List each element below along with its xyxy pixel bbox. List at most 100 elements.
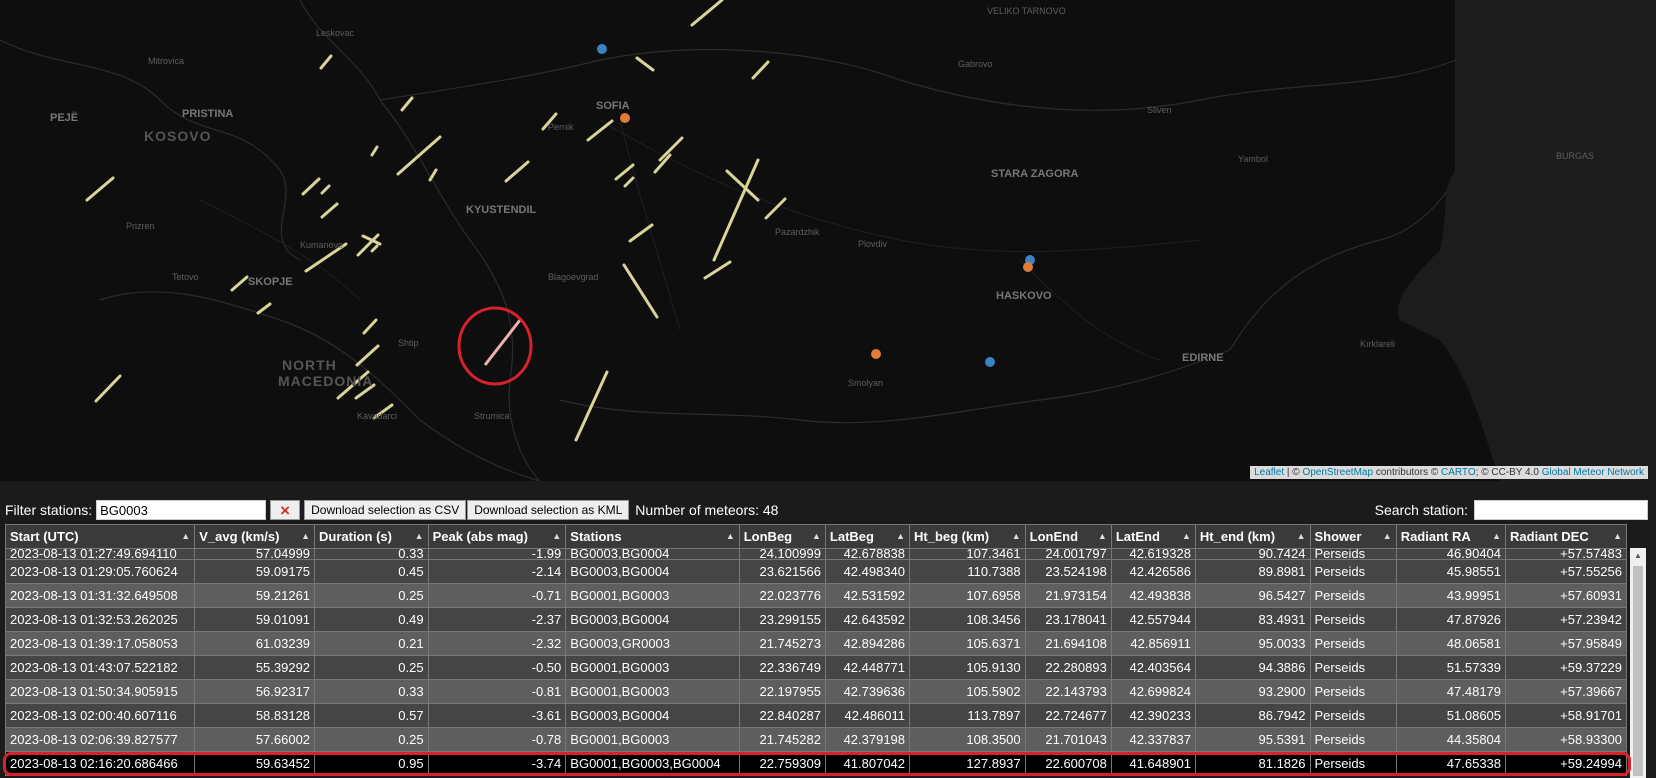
- gmn-link[interactable]: Global Meteor Network: [1542, 467, 1644, 478]
- table-row[interactable]: 2023-08-13 01:31:32.649508 59.21261 0.25 -0…: [5, 583, 1627, 608]
- meteor-trail[interactable]: [658, 136, 684, 162]
- filter-stations-input[interactable]: [96, 500, 267, 520]
- meteor-trail[interactable]: [635, 56, 655, 72]
- station-marker-orange[interactable]: [1023, 262, 1033, 272]
- sort-arrow-icon[interactable]: ▲: [552, 531, 561, 541]
- sort-arrow-icon[interactable]: ▲: [415, 531, 424, 541]
- download-csv-button[interactable]: Download selection as CSV: [304, 500, 467, 520]
- meteor-trail[interactable]: [428, 168, 438, 182]
- meteor-trail[interactable]: [703, 260, 732, 280]
- column-header[interactable]: Stations ▲: [565, 524, 740, 549]
- meteor-trail[interactable]: [301, 177, 321, 196]
- station-marker-blue[interactable]: [597, 44, 607, 54]
- sort-arrow-icon[interactable]: ▲: [1182, 531, 1191, 541]
- map-attribution: Leaflet | © OpenStreetMap contributors ©…: [1250, 466, 1648, 479]
- column-header[interactable]: LatBeg ▲: [824, 524, 911, 549]
- table-cell: 42.493838: [1110, 583, 1196, 608]
- meteor-trail[interactable]: [85, 176, 115, 202]
- meteor-trail[interactable]: [319, 54, 333, 70]
- column-header[interactable]: Ht_end (km) ▲: [1194, 524, 1311, 549]
- meteor-trail[interactable]: [586, 119, 614, 142]
- sort-arrow-icon[interactable]: ▲: [1492, 531, 1501, 541]
- meteor-trail[interactable]: [622, 263, 659, 319]
- leaflet-link[interactable]: Leaflet: [1254, 467, 1284, 478]
- sort-arrow-icon[interactable]: ▲: [181, 531, 190, 541]
- column-header[interactable]: Start (UTC) ▲: [5, 524, 196, 549]
- table-row[interactable]: 2023-08-13 02:00:40.607116 58.83128 0.57 -3…: [5, 703, 1627, 728]
- scrollbar-thumb[interactable]: [1633, 566, 1643, 776]
- search-station-input[interactable]: [1474, 500, 1648, 520]
- clear-filter-button[interactable]: ×: [270, 500, 301, 520]
- meteor-trail[interactable]: [320, 184, 331, 195]
- sort-arrow-icon[interactable]: ▲: [1613, 531, 1622, 541]
- table-cell: BG0003,GR0003: [565, 631, 740, 656]
- city-label: KYUSTENDIL: [466, 204, 537, 216]
- meteor-trail[interactable]: [504, 160, 530, 183]
- station-marker-blue[interactable]: [985, 357, 995, 367]
- station-marker-orange[interactable]: [871, 349, 881, 359]
- meteor-trail[interactable]: [362, 318, 378, 335]
- table-row[interactable]: 2023-08-13 01:27:49.694110 57.04999 0.33 -1…: [5, 548, 1627, 560]
- meteor-trail[interactable]: [230, 275, 249, 292]
- meteor-trail[interactable]: [751, 60, 770, 80]
- table-cell: 24.001797: [1024, 548, 1112, 560]
- table-row[interactable]: 2023-08-13 01:32:53.262025 59.01091 0.49 -2…: [5, 607, 1627, 632]
- sort-arrow-icon[interactable]: ▲: [1012, 531, 1021, 541]
- column-header[interactable]: Shower ▲: [1309, 524, 1397, 549]
- selected-meteor-trail[interactable]: [483, 319, 522, 366]
- sort-arrow-icon[interactable]: ▲: [812, 531, 821, 541]
- meteor-trail[interactable]: [690, 0, 724, 27]
- meteor-trail[interactable]: [94, 374, 122, 403]
- selected-table-row[interactable]: 2023-08-13 02:16:20.686466 59.63452 0.95 -3…: [5, 751, 1627, 776]
- column-header[interactable]: LonBeg ▲: [738, 524, 826, 549]
- table-cell: 21.745282: [738, 727, 826, 752]
- column-header[interactable]: LatEnd ▲: [1110, 524, 1196, 549]
- column-header[interactable]: Ht_beg (km) ▲: [909, 524, 1026, 549]
- column-header[interactable]: LonEnd ▲: [1024, 524, 1112, 549]
- city-label: Prizren: [126, 221, 155, 231]
- sort-arrow-icon[interactable]: ▲: [896, 531, 905, 541]
- sort-arrow-icon[interactable]: ▲: [1098, 531, 1107, 541]
- sort-arrow-icon[interactable]: ▲: [1383, 531, 1392, 541]
- download-kml-button[interactable]: Download selection as KML: [467, 500, 630, 520]
- column-header[interactable]: Duration (s) ▲: [314, 524, 429, 549]
- meteor-trail[interactable]: [628, 223, 654, 243]
- column-header[interactable]: V_avg (km/s) ▲: [194, 524, 316, 549]
- table-cell: 2023-08-13 01:39:17.058053: [5, 631, 196, 656]
- meteor-trail[interactable]: [712, 158, 760, 262]
- column-header[interactable]: Radiant RA ▲: [1395, 524, 1507, 549]
- meteor-trail[interactable]: [355, 344, 380, 367]
- meteor-trails[interactable]: [85, 0, 787, 442]
- meteor-trail[interactable]: [400, 96, 414, 112]
- meteor-trail[interactable]: [574, 370, 609, 442]
- table-row[interactable]: 2023-08-13 01:39:17.058053 61.03239 0.21 -2…: [5, 631, 1627, 656]
- scroll-up-icon[interactable]: ▲: [1630, 548, 1646, 564]
- sort-arrow-icon[interactable]: ▲: [301, 531, 310, 541]
- table-cell: 43.99951: [1395, 583, 1507, 608]
- meteor-trail[interactable]: [320, 202, 339, 219]
- table-cell: 42.498340: [824, 559, 911, 584]
- table-row[interactable]: 2023-08-13 02:06:39.827577 57.66002 0.25 -0…: [5, 727, 1627, 752]
- table-scrollbar[interactable]: ▲: [1630, 548, 1646, 778]
- table-cell: 0.25: [314, 655, 429, 680]
- sort-arrow-icon[interactable]: ▲: [726, 531, 735, 541]
- meteor-trail[interactable]: [396, 135, 442, 176]
- table-row[interactable]: 2023-08-13 01:29:05.760624 59.09175 0.45 -2…: [5, 559, 1627, 584]
- column-header[interactable]: Radiant DEC ▲: [1505, 524, 1627, 549]
- table-row[interactable]: 2023-08-13 01:43:07.522182 55.39292 0.25 -0…: [5, 655, 1627, 680]
- table-cell: 51.08605: [1395, 703, 1507, 728]
- carto-link[interactable]: CARTO: [1441, 467, 1476, 478]
- table-row[interactable]: 2023-08-13 01:50:34.905915 56.92317 0.33 -0…: [5, 679, 1627, 704]
- meteor-trail[interactable]: [370, 145, 379, 157]
- meteor-trail[interactable]: [256, 302, 272, 315]
- meteor-table-container[interactable]: Start (UTC) ▲ V_avg (km/s) ▲ Duration (s) ▲ Pe…: [5, 524, 1627, 778]
- sort-arrow-icon[interactable]: ▲: [1297, 531, 1306, 541]
- meteor-trail[interactable]: [614, 163, 635, 181]
- meteor-trail[interactable]: [370, 244, 379, 253]
- column-header[interactable]: Peak (abs mag) ▲: [427, 524, 567, 549]
- meteor-trail[interactable]: [623, 176, 635, 188]
- meteor-map[interactable]: VELIKO TARNOVO Leskovac Mitrovica Gabrov…: [0, 0, 1656, 481]
- station-marker-orange[interactable]: [620, 113, 630, 123]
- osm-link[interactable]: OpenStreetMap: [1302, 467, 1373, 478]
- map-graphics[interactable]: [0, 0, 1656, 481]
